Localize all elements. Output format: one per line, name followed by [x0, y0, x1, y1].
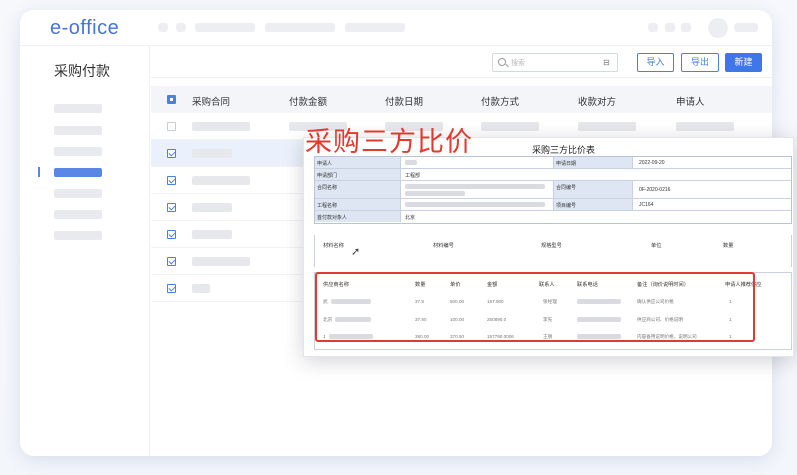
table-cell [192, 257, 250, 266]
form-label: 工程名称 [315, 199, 401, 210]
table-cell [192, 149, 232, 158]
table-cell [192, 122, 250, 131]
sidebar-item[interactable] [54, 126, 102, 135]
filter-icon[interactable]: ⊟ [603, 58, 612, 67]
row-checkbox[interactable] [167, 284, 176, 293]
nav-placeholder[interactable] [345, 23, 405, 32]
redacted-text [405, 202, 545, 207]
sidebar-item[interactable] [54, 189, 102, 198]
redacted-text [405, 191, 465, 196]
sidebar-item[interactable] [54, 147, 102, 156]
select-all-checkbox[interactable] [167, 95, 176, 104]
table-cell [481, 122, 539, 131]
form-row: 申请部门 工程部 [315, 169, 791, 181]
toolbar: 搜索 ⊟ 导入 导出 新建 [151, 46, 772, 78]
search-icon [498, 58, 506, 66]
nav-placeholder[interactable] [176, 23, 186, 32]
row-checkbox[interactable] [167, 257, 176, 266]
table-header: 采购合同 付款金额 付款日期 付款方式 收款对方 申请人 [151, 86, 772, 113]
sidebar-item-active[interactable] [54, 168, 102, 177]
export-button[interactable]: 导出 [681, 53, 719, 72]
top-action-placeholder[interactable] [681, 23, 691, 32]
form-label: 合同编号 [553, 181, 633, 198]
top-action-placeholder[interactable] [665, 23, 675, 32]
nav-placeholder[interactable] [195, 23, 255, 32]
search-placeholder: 搜索 [511, 60, 525, 67]
table-cell [676, 122, 734, 131]
table-cell [578, 122, 636, 131]
column-header-contract[interactable]: 采购合同 [192, 94, 230, 108]
table-cell [192, 230, 232, 239]
materials-header: 规格型号 [541, 243, 562, 249]
form-header-table: 申请人 申请日期 2022-09-20 申请部门 工程部 合同名称 合同编号 0… [314, 156, 792, 224]
user-avatar[interactable] [708, 18, 728, 38]
column-header-method[interactable]: 付款方式 [481, 94, 519, 108]
sidebar-title: 采购付款 [54, 63, 110, 79]
active-indicator [38, 167, 40, 177]
feature-headline: 采购三方比价 [305, 127, 473, 158]
redacted-text [405, 184, 545, 189]
column-header-payee[interactable]: 收款对方 [578, 94, 616, 108]
column-header-date[interactable]: 付款日期 [385, 94, 423, 108]
form-label: 项目编号 [553, 199, 633, 210]
table-cell [192, 203, 232, 212]
materials-header: 材料编号 [433, 243, 454, 249]
form-row: 合同名称 合同编号 0F-2020-0216 [315, 181, 791, 199]
new-button[interactable]: 新建 [725, 53, 762, 72]
app-logo[interactable]: e-office [50, 17, 119, 40]
redacted-text [405, 160, 417, 165]
form-label: 合同名称 [315, 181, 401, 198]
form-label: 申请日期 [553, 157, 633, 168]
column-header-amount[interactable]: 付款金额 [289, 94, 327, 108]
form-row: 工程名称 项目编号 JC164 [315, 199, 791, 211]
row-checkbox[interactable] [167, 176, 176, 185]
row-checkbox[interactable] [167, 122, 176, 131]
search-input[interactable]: 搜索 ⊟ [492, 53, 618, 72]
row-checkbox[interactable] [167, 203, 176, 212]
materials-header: 单位 [651, 243, 662, 249]
nav-placeholder[interactable] [265, 23, 335, 32]
form-label: 申请部门 [315, 169, 401, 180]
form-value: JC164 [639, 202, 654, 208]
user-name-placeholder[interactable] [734, 23, 758, 32]
mouse-pointer-icon: ➚ [351, 246, 361, 258]
highlight-box [315, 272, 755, 342]
table-cell [192, 176, 250, 185]
materials-header: 材料名称 [323, 243, 344, 249]
sidebar: 采购付款 [20, 46, 150, 456]
row-checkbox[interactable] [167, 230, 176, 239]
sidebar-item[interactable] [54, 210, 102, 219]
form-value: 0F-2020-0216 [639, 187, 671, 193]
form-value: 北京 [405, 215, 416, 221]
column-header-applicant[interactable]: 申请人 [676, 94, 705, 108]
top-bar: e-office [20, 10, 772, 46]
nav-placeholder[interactable] [158, 23, 168, 32]
sidebar-item[interactable] [54, 231, 102, 240]
top-action-placeholder[interactable] [648, 23, 658, 32]
row-checkbox[interactable] [167, 149, 176, 158]
sidebar-item[interactable] [54, 104, 102, 113]
materials-section: 材料名称 材料编号 规格型号 单位 数量 ➚ [314, 235, 792, 267]
form-value: 工程部 [405, 173, 421, 179]
form-value: 2022-09-20 [639, 160, 665, 166]
import-button[interactable]: 导入 [637, 53, 674, 72]
form-label: 首付款对象人 [315, 211, 401, 222]
materials-header: 数量 [723, 243, 734, 249]
form-row: 首付款对象人 北京 [315, 211, 791, 223]
screenshot-stage: e-office 采购付款 搜索 ⊟ 导入 导出 新建 采购合同 付款金额 付款… [0, 0, 797, 475]
table-cell [192, 284, 210, 293]
